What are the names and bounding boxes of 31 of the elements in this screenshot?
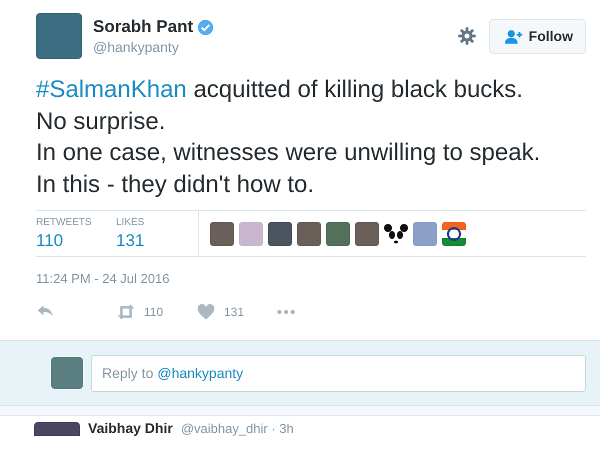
reply-author-photo [34,422,80,436]
stat-label: LIKES [116,217,146,228]
flag-avatar-icon [442,222,466,246]
hashtag-link[interactable]: #SalmanKhan [36,76,187,103]
panda-avatar-icon [384,222,408,246]
tweet-timestamp[interactable]: 11:24 PM - 24 Jul 2016 [36,271,586,286]
add-person-icon [504,28,524,44]
stat-count[interactable]: 110 [36,231,98,251]
liker-photo[interactable] [355,222,379,246]
follow-button[interactable]: Follow [488,18,586,54]
action-count: 131 [224,305,244,319]
liker-photo[interactable] [268,222,292,246]
author-name[interactable]: Sorabh Pant [93,17,194,37]
retweet-icon[interactable] [116,302,136,322]
action-count: 110 [144,305,164,319]
stat-count[interactable]: 131 [116,231,178,251]
profile-photo [36,13,82,59]
author-handle[interactable]: @hankypanty [93,39,457,55]
stat-label: RETWEETS [36,217,93,228]
liker-photo[interactable] [210,222,234,246]
tweet-text: #SalmanKhan acquitted of killing black bucks. No surprise. In one case, witnesses were unwilling to speak. In this - they didn't how to. [36,75,542,200]
reply-meta: @vaibhay_dhir · 3h [180,421,294,436]
liker-photo[interactable] [326,222,350,246]
liker-photo[interactable] [413,222,437,246]
settings-icon [456,26,477,46]
liker-photo[interactable] [297,222,321,246]
liker-photo[interactable] [239,222,263,246]
heart-icon[interactable] [196,302,216,322]
reply-field[interactable]: Reply to @hankypanty [91,354,586,392]
reply-author-name[interactable]: Vaibhay Dhir [88,420,173,436]
user-photo [51,357,83,389]
